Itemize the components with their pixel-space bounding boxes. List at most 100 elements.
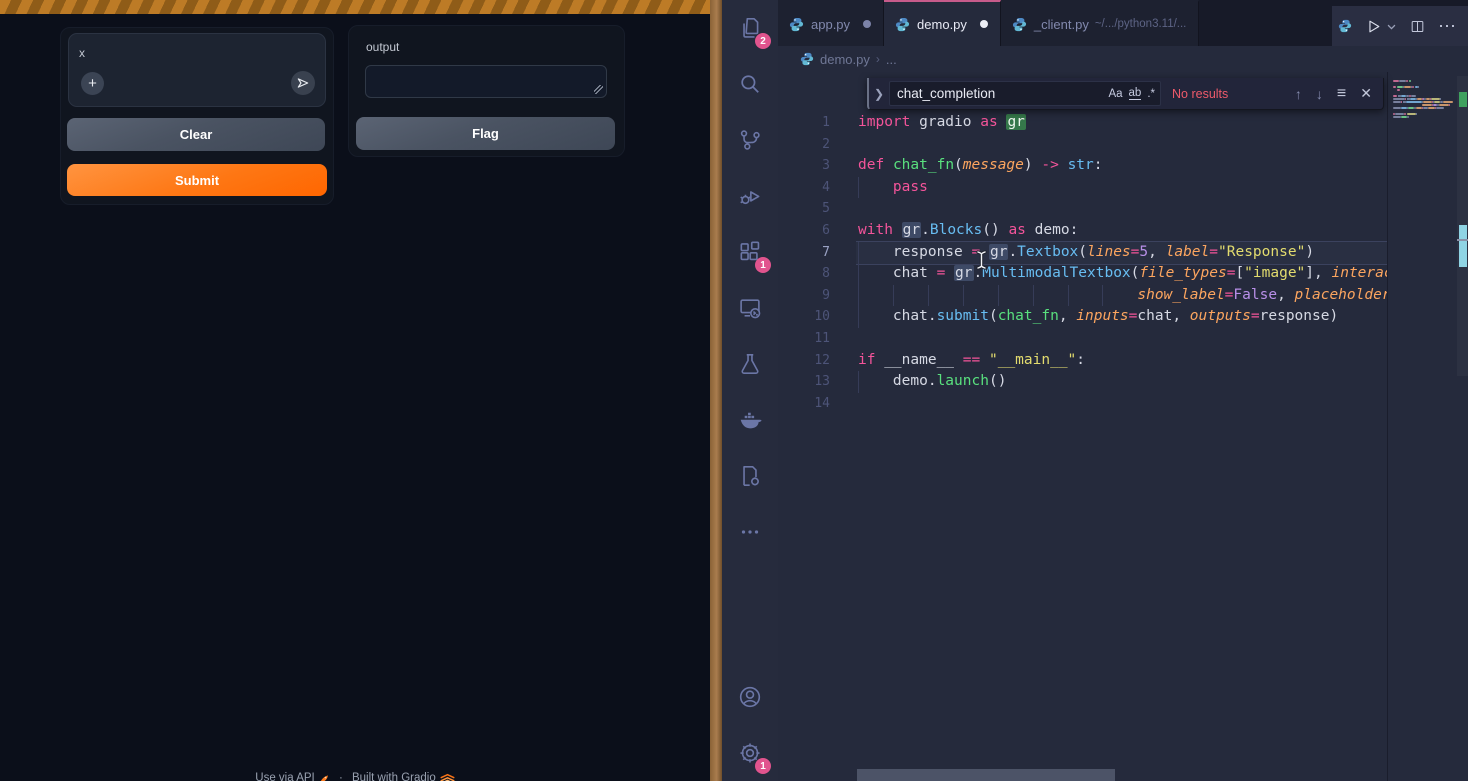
line-number: 12	[778, 350, 830, 372]
run-button[interactable]	[1365, 18, 1382, 35]
tab-label: app.py	[811, 17, 850, 32]
regex-toggle[interactable]: .*	[1147, 88, 1155, 100]
minimap[interactable]	[1387, 72, 1468, 781]
code-text: def chat_fn(message) -> str:	[858, 155, 1103, 177]
api-tools-icon-button[interactable]	[722, 448, 778, 504]
more-icon-button[interactable]	[722, 504, 778, 560]
tab-description: ~/.../python3.11/...	[1095, 18, 1187, 30]
code-line-10[interactable]: 10 chat.submit(chat_fn, inputs=chat, out…	[778, 306, 1388, 328]
footer-dot: ·	[339, 772, 343, 781]
modified-dot-icon[interactable]	[863, 20, 871, 28]
gradio-loading-stripes	[0, 0, 710, 14]
gradio-footer: Use via API · Built with Gradio	[0, 772, 710, 781]
run-debug-icon-button[interactable]	[722, 168, 778, 224]
horizontal-scrollbar[interactable]	[857, 769, 1115, 781]
gradio-output-card: output Flag	[348, 25, 625, 157]
code-line-11[interactable]: 11	[778, 328, 1388, 350]
more-actions-button[interactable]: ⋯	[1438, 21, 1456, 31]
find-input-wrap: Aa ab .*	[889, 81, 1161, 106]
tab-app.py[interactable]: app.py	[778, 0, 884, 46]
tab-_client.py[interactable]: _client.py ~/.../python3.11/...	[1001, 0, 1199, 46]
close-find-button[interactable]: ✕	[1360, 85, 1372, 102]
remote-explorer-icon-button[interactable]	[722, 280, 778, 336]
code-line-12[interactable]: 12if __name__ == "__main__":	[778, 350, 1388, 372]
minimap-line	[1393, 92, 1454, 94]
modified-dot-icon[interactable]	[980, 20, 988, 28]
overview-ruler-occurrence-mark	[1459, 225, 1467, 267]
split-editor-button[interactable]	[1410, 19, 1425, 34]
chevron-right-icon: ›	[876, 52, 880, 66]
testing-icon	[737, 351, 763, 377]
line-number: 4	[778, 177, 830, 199]
code-line-13[interactable]: 13 demo.launch()	[778, 371, 1388, 393]
multimodal-textbox[interactable]: x +	[68, 33, 326, 107]
code-line-7[interactable]: 7 response = gr.Textbox(lines=5, label="…	[778, 242, 1388, 264]
api-tools-icon	[737, 463, 763, 489]
match-case-toggle[interactable]: Aa	[1108, 88, 1122, 100]
docker-icon-button[interactable]	[722, 392, 778, 448]
tab-demo.py[interactable]: demo.py	[884, 0, 1001, 46]
use-via-api-link[interactable]: Use via API	[255, 772, 329, 781]
code-line-14[interactable]: 14	[778, 393, 1388, 415]
code-text: import gradio as gr	[858, 112, 1026, 134]
code-line-1[interactable]: 1import gradio as gr	[778, 112, 1388, 134]
built-with-gradio-link[interactable]: Built with Gradio	[352, 772, 455, 781]
code-line-8[interactable]: 8 chat = gr.MultimodalTextbox(file_types…	[778, 263, 1388, 285]
breadcrumb-symbol[interactable]: ...	[886, 52, 897, 67]
editor-actions: ⋯	[1332, 6, 1468, 46]
line-number: 14	[778, 393, 830, 415]
python-icon	[1012, 17, 1027, 32]
settings-icon-button[interactable]: 1	[722, 725, 778, 781]
breadcrumb[interactable]: demo.py › ...	[778, 46, 1468, 72]
send-button[interactable]	[291, 71, 315, 95]
badge: 2	[755, 33, 771, 49]
code-line-3[interactable]: 3def chat_fn(message) -> str:	[778, 155, 1388, 177]
code-line-9[interactable]: 9 show_label=False, placeholder=	[778, 285, 1388, 307]
accounts-icon-button[interactable]	[722, 669, 778, 725]
code-line-6[interactable]: 6with gr.Blocks() as demo:	[778, 220, 1388, 242]
line-number: 8	[778, 263, 830, 285]
submit-button[interactable]: Submit	[67, 164, 327, 196]
clear-button[interactable]: Clear	[67, 118, 325, 151]
minimap-line	[1393, 107, 1454, 109]
code-text: chat.submit(chat_fn, inputs=chat, output…	[858, 306, 1338, 328]
gradio-app-window: x + Clear Submit output Flag Use via API…	[0, 0, 710, 781]
minimap-line	[1393, 119, 1454, 121]
code-editor[interactable]: 1import gradio as gr23def chat_fn(messag…	[778, 72, 1468, 781]
run-dropdown-chevron-icon[interactable]	[1386, 21, 1397, 32]
find-input[interactable]	[895, 85, 1102, 102]
toggle-replace-chevron-icon[interactable]: ❯	[869, 87, 889, 101]
source-control-icon-button[interactable]	[722, 112, 778, 168]
find-in-selection-button[interactable]: ≡	[1337, 85, 1346, 103]
python-icon	[1338, 19, 1352, 33]
explorer-icon-button[interactable]: 2	[722, 0, 778, 56]
line-number: 2	[778, 134, 830, 156]
python-icon	[789, 17, 804, 32]
resize-handle-icon[interactable]	[594, 85, 603, 94]
code-line-4[interactable]: 4 pass	[778, 177, 1388, 199]
run-debug-icon	[737, 183, 763, 209]
code-line-2[interactable]: 2	[778, 134, 1388, 156]
search-icon-button[interactable]	[722, 56, 778, 112]
find-next-button[interactable]: ↓	[1316, 86, 1323, 102]
line-number: 13	[778, 371, 830, 393]
more-icon	[737, 519, 763, 545]
whole-word-toggle[interactable]: ab	[1129, 87, 1142, 100]
code-lines: 1import gradio as gr23def chat_fn(messag…	[778, 112, 1388, 414]
breadcrumb-file[interactable]: demo.py	[820, 52, 870, 67]
minimap-line	[1393, 116, 1454, 118]
remote-explorer-icon	[737, 295, 763, 321]
find-previous-button[interactable]: ↑	[1295, 86, 1302, 102]
find-result-status: No results	[1172, 87, 1228, 101]
code-text: pass	[858, 177, 928, 199]
output-textarea[interactable]	[365, 65, 607, 98]
tab-label: _client.py	[1034, 17, 1089, 32]
code-line-5[interactable]: 5	[778, 198, 1388, 220]
attach-file-button[interactable]: +	[81, 72, 104, 95]
flag-button[interactable]: Flag	[356, 117, 615, 150]
testing-icon-button[interactable]	[722, 336, 778, 392]
extensions-icon-button[interactable]: 1	[722, 224, 778, 280]
overview-ruler-selection-mark	[1459, 92, 1467, 107]
minimap-line	[1393, 86, 1454, 88]
minimap-line	[1393, 98, 1454, 100]
